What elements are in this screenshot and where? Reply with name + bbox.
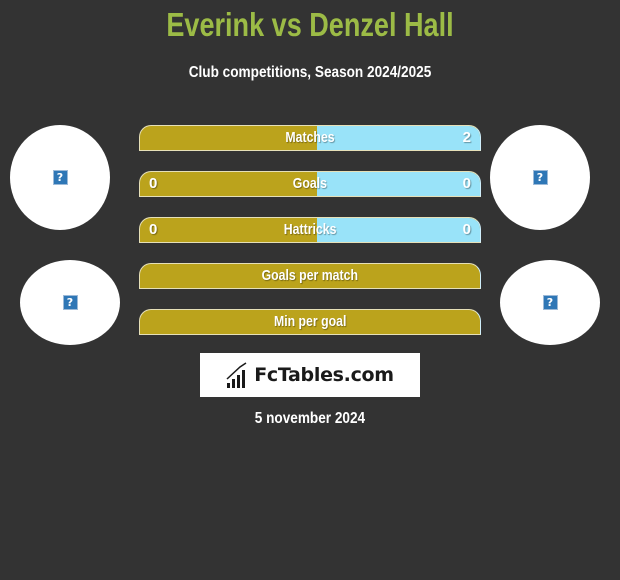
stat-row-min-per-goal: Min per goal [139, 309, 481, 335]
stat-label: Matches [285, 129, 335, 146]
right-value: 0 [462, 221, 471, 238]
stat-label: Hattricks [283, 221, 337, 238]
stat-label: Goals [292, 175, 328, 192]
competition-subtitle: Club competitions, Season 2024/2025 [188, 64, 432, 81]
right-club-logo: ? [500, 260, 600, 345]
image-placeholder-icon: ? [542, 295, 558, 310]
left-club-logo: ? [20, 260, 120, 345]
stat-label: Goals per match [261, 267, 359, 284]
match-date: 5 november 2024 [254, 410, 366, 427]
logo-text: FcTables.com [254, 364, 394, 386]
image-placeholder-icon: ? [532, 170, 548, 185]
stat-label: Min per goal [273, 313, 347, 330]
left-player-avatar: ? [10, 125, 110, 230]
right-player-avatar: ? [490, 125, 590, 230]
stat-row-hattricks: Hattricks 0 0 [139, 217, 481, 243]
bar-chart-icon [226, 362, 247, 388]
stat-row-matches: Matches 2 [139, 125, 481, 151]
right-value: 2 [462, 129, 471, 146]
left-value: 0 [149, 175, 158, 192]
image-placeholder-icon: ? [52, 170, 68, 185]
stat-row-goals: Goals 0 0 [139, 171, 481, 197]
right-value: 0 [462, 175, 471, 192]
image-placeholder-icon: ? [62, 295, 78, 310]
left-value: 0 [149, 221, 158, 238]
fctables-logo[interactable]: FcTables.com [200, 353, 420, 397]
page-title: Everink vs Denzel Hall [166, 6, 454, 43]
stat-row-goals-per-match: Goals per match [139, 263, 481, 289]
